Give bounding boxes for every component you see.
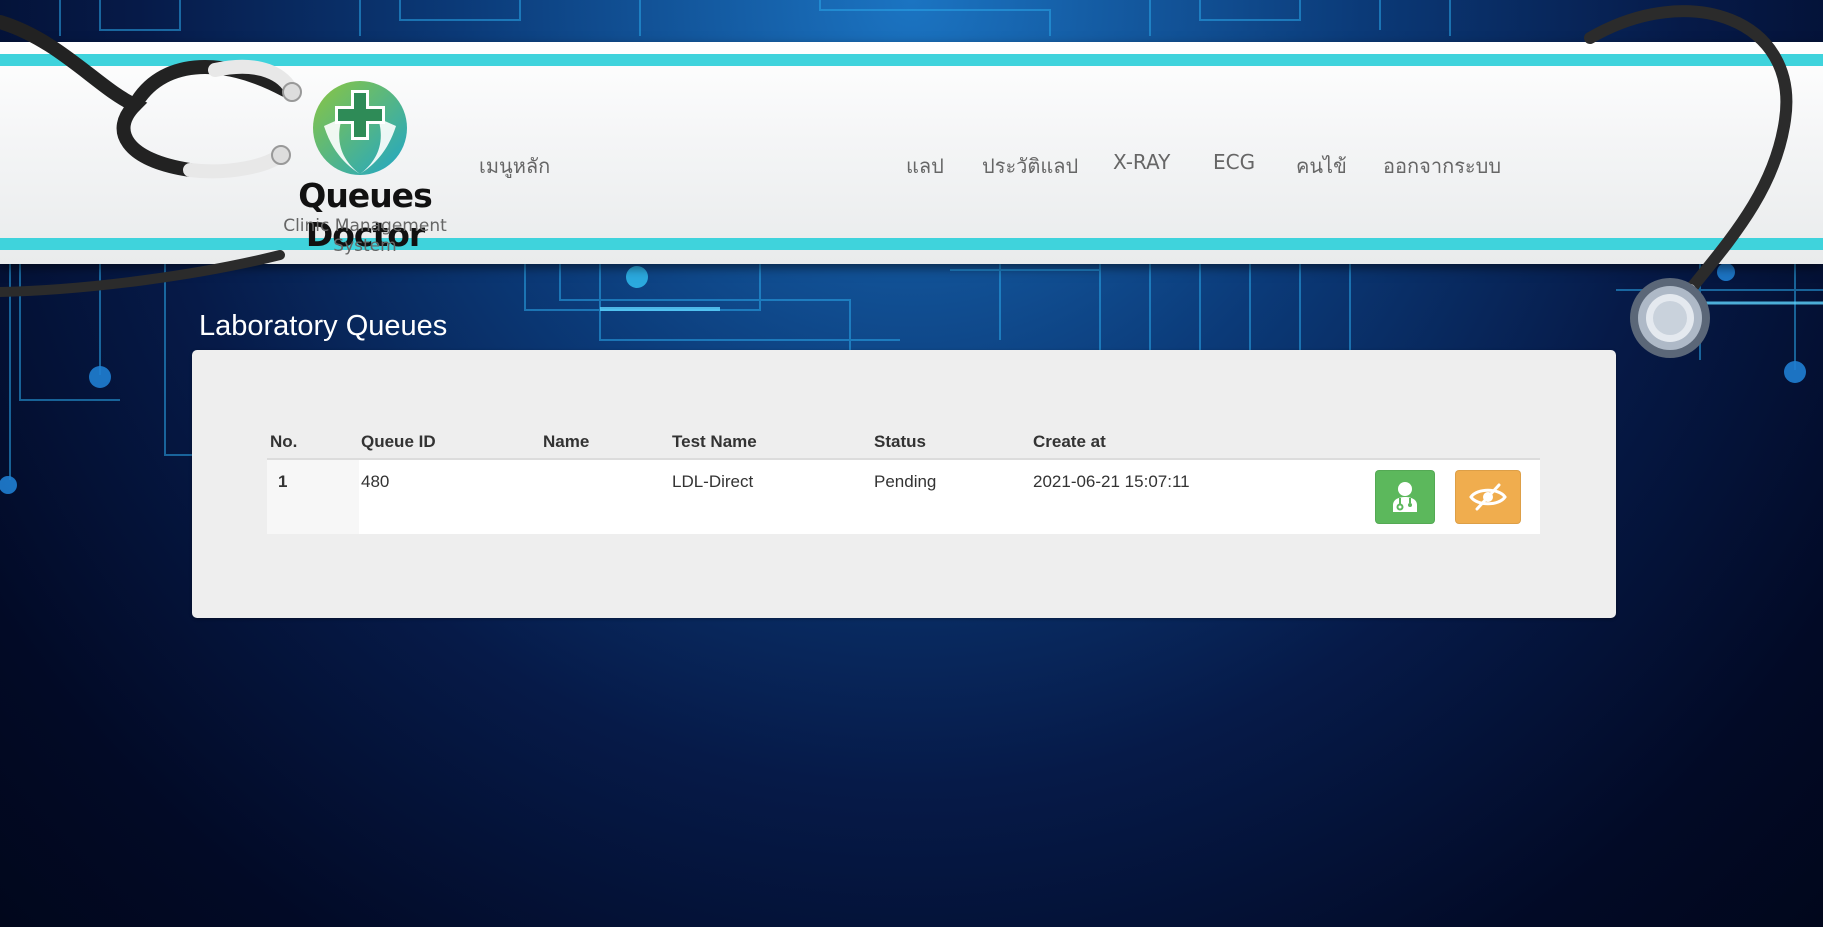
nav-lab[interactable]: แลป	[906, 150, 944, 182]
nav-patients[interactable]: คนไข้	[1296, 150, 1347, 182]
brand-subtitle: Clinic Management System	[283, 216, 447, 256]
cell-created-at: 2021-06-21 15:07:11	[1033, 472, 1190, 491]
col-header-created-at: Create at	[1033, 432, 1106, 451]
col-header-name: Name	[543, 432, 590, 451]
medical-cross-icon	[313, 81, 407, 175]
table-header: No. Queue ID Name Test Name Status Creat…	[267, 420, 1540, 460]
nav-xray[interactable]: X-RAY	[1113, 150, 1170, 174]
nav-home[interactable]: เมนูหลัก	[479, 150, 550, 182]
nav-ecg[interactable]: ECG	[1213, 150, 1255, 174]
cell-no: 1	[278, 472, 288, 491]
nav-lab-history[interactable]: ประวัติแลป	[982, 150, 1078, 182]
assign-doctor-button[interactable]	[1375, 470, 1435, 524]
col-header-no: No.	[270, 432, 298, 451]
doctor-icon	[1393, 482, 1417, 512]
queue-panel: No. Queue ID Name Test Name Status Creat…	[192, 350, 1616, 618]
header-teal-stripe-top	[0, 54, 1823, 66]
col-header-queue-id: Queue ID	[361, 432, 436, 451]
page-title: Laboratory Queues	[199, 310, 448, 342]
queue-table: No. Queue ID Name Test Name Status Creat…	[267, 420, 1540, 534]
eye-slash-icon	[1469, 483, 1507, 511]
hide-queue-button[interactable]	[1455, 470, 1521, 524]
table-row: 1 480 LDL-Direct Pending 2021-06-21 15:0…	[267, 460, 1540, 534]
col-header-status: Status	[874, 432, 926, 451]
cell-queue-id: 480	[361, 472, 390, 491]
cell-test-name: LDL-Direct	[672, 472, 754, 491]
col-header-test-name: Test Name	[672, 432, 757, 451]
cell-status: Pending	[874, 472, 937, 491]
brand-logo[interactable]: Queues Doctor Clinic Management System	[240, 74, 490, 256]
nav-logout[interactable]: ออกจากระบบ	[1383, 150, 1501, 182]
